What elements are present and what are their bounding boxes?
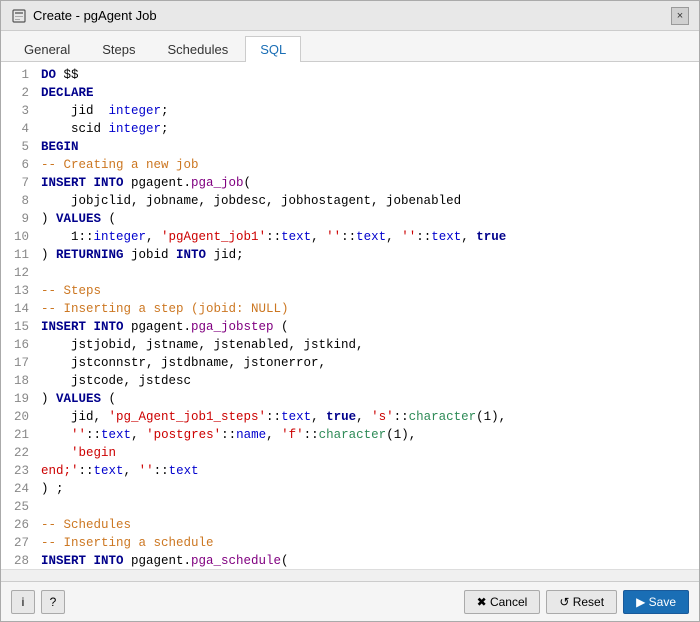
tab-sql[interactable]: SQL	[245, 36, 301, 62]
bottom-bar: i ? ✖ Cancel ↺ Reset ▶ Save	[1, 581, 699, 621]
code-line: 1 DO $$	[1, 66, 699, 84]
horizontal-scrollbar[interactable]	[1, 569, 699, 581]
code-line: 19 ) VALUES (	[1, 390, 699, 408]
reset-button[interactable]: ↺ Reset	[546, 590, 617, 614]
code-line: 6 -- Creating a new job	[1, 156, 699, 174]
code-line: 25	[1, 498, 699, 516]
save-button[interactable]: ▶ Save	[623, 590, 689, 614]
code-line: 14 -- Inserting a step (jobid: NULL)	[1, 300, 699, 318]
code-line: 27 -- Inserting a schedule	[1, 534, 699, 552]
close-button[interactable]: ×	[671, 7, 689, 25]
code-line: 7 INSERT INTO pgagent.pga_job(	[1, 174, 699, 192]
code-line: 28 INSERT INTO pgagent.pga_schedule(	[1, 552, 699, 569]
code-line: 18 jstcode, jstdesc	[1, 372, 699, 390]
code-line: 22 'begin	[1, 444, 699, 462]
code-line: 13 -- Steps	[1, 282, 699, 300]
code-line: 16 jstjobid, jstname, jstenabled, jstkin…	[1, 336, 699, 354]
code-line: 9 ) VALUES (	[1, 210, 699, 228]
window-title: Create - pgAgent Job	[33, 8, 157, 23]
code-line: 8 jobjclid, jobname, jobdesc, jobhostage…	[1, 192, 699, 210]
title-bar-left: Create - pgAgent Job	[11, 8, 157, 24]
code-line: 20 jid, 'pg_Agent_job1_steps'::text, tru…	[1, 408, 699, 426]
code-line: 21 ''::text, 'postgres'::name, 'f'::char…	[1, 426, 699, 444]
main-window: Create - pgAgent Job × General Steps Sch…	[0, 0, 700, 622]
tabs-bar: General Steps Schedules SQL	[1, 31, 699, 62]
tab-steps[interactable]: Steps	[87, 36, 150, 62]
info-button[interactable]: i	[11, 590, 35, 614]
code-line: 26 -- Schedules	[1, 516, 699, 534]
window-icon	[11, 8, 27, 24]
code-line: 4 scid integer;	[1, 120, 699, 138]
tab-schedules[interactable]: Schedules	[153, 36, 244, 62]
cancel-button[interactable]: ✖ Cancel	[464, 590, 541, 614]
bottom-right-buttons: ✖ Cancel ↺ Reset ▶ Save	[464, 590, 689, 614]
code-line: 17 jstconnstr, jstdbname, jstonerror,	[1, 354, 699, 372]
bottom-left-buttons: i ?	[11, 590, 65, 614]
code-line: 23 end;'::text, ''::text	[1, 462, 699, 480]
code-line: 5 BEGIN	[1, 138, 699, 156]
code-line: 24 ) ;	[1, 480, 699, 498]
code-line: 3 jid integer;	[1, 102, 699, 120]
code-line: 10 1::integer, 'pgAgent_job1'::text, '':…	[1, 228, 699, 246]
sql-editor: 1 DO $$ 2 DECLARE 3 jid integer; 4 scid …	[1, 62, 699, 581]
code-line: 12	[1, 264, 699, 282]
code-area[interactable]: 1 DO $$ 2 DECLARE 3 jid integer; 4 scid …	[1, 62, 699, 569]
help-button[interactable]: ?	[41, 590, 65, 614]
title-bar: Create - pgAgent Job ×	[1, 1, 699, 31]
tab-general[interactable]: General	[9, 36, 85, 62]
code-line: 2 DECLARE	[1, 84, 699, 102]
code-line: 11 ) RETURNING jobid INTO jid;	[1, 246, 699, 264]
code-line: 15 INSERT INTO pgagent.pga_jobstep (	[1, 318, 699, 336]
